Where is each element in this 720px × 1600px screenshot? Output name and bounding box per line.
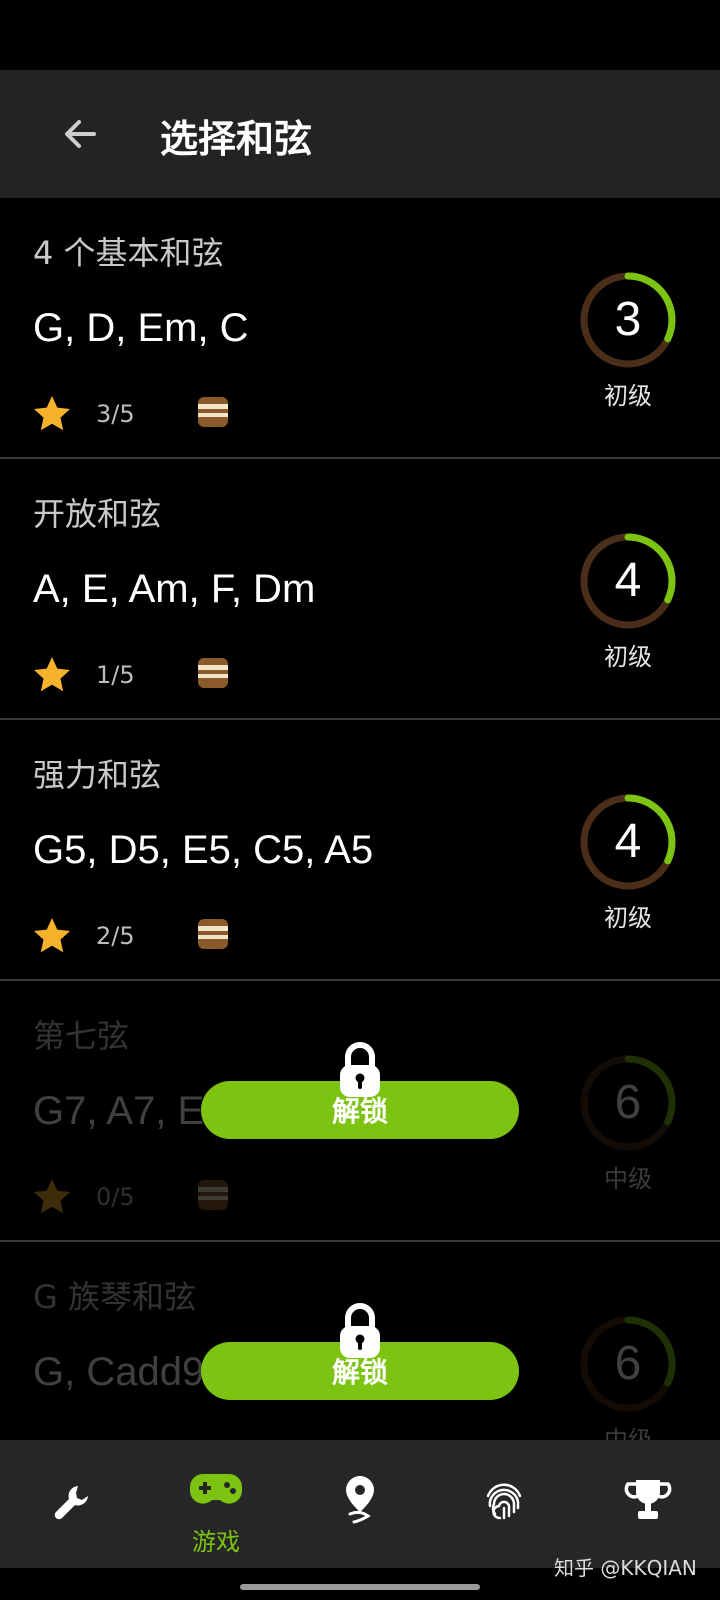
chest-icon (198, 919, 228, 949)
chest-icon (198, 397, 228, 427)
watermark: 知乎 @KKQIAN (554, 1556, 697, 1580)
lesson-title: 强力和弦 (33, 756, 162, 794)
star-score: 0/5 (96, 1183, 135, 1211)
lesson-chords: G7, A7, E (33, 1089, 205, 1133)
level-label: 初级 (604, 643, 652, 671)
lesson-card[interactable]: 开放和弦 A, E, Am, F, Dm 1/5 4 初级 (0, 459, 720, 720)
level-ring: 4 (578, 792, 678, 892)
nav-map[interactable] (288, 1440, 432, 1568)
map-pin-icon (346, 1476, 374, 1524)
lock-icon (340, 1303, 380, 1358)
lesson-chords: G, Cadd9 (33, 1350, 205, 1394)
chest-icon (198, 658, 228, 688)
lesson-title: 第七弦 (33, 1017, 130, 1055)
nav-fingerprint[interactable] (432, 1440, 576, 1568)
gamepad-icon (190, 1474, 242, 1504)
level-number: 4 (614, 554, 642, 607)
arrow-left-icon (65, 120, 96, 148)
star-score: 2/5 (96, 922, 135, 950)
level-ring: 4 (578, 531, 678, 631)
lesson-chords: A, E, Am, F, Dm (33, 567, 316, 611)
wrench-icon (54, 1486, 88, 1520)
nav-trophy[interactable] (576, 1440, 720, 1568)
star-icon (34, 918, 70, 953)
page-title: 选择和弦 (160, 117, 313, 161)
fingerprint-icon (486, 1483, 522, 1520)
trophy-icon (624, 1480, 672, 1519)
unlock-overlay: 解锁 (201, 1302, 519, 1422)
lesson-chords: G5, D5, E5, C5, A5 (33, 828, 374, 872)
level-number: 6 (614, 1337, 642, 1390)
bottom-nav: 游戏 (0, 1440, 720, 1568)
nav-tools[interactable] (0, 1440, 144, 1568)
level-label: 初级 (604, 382, 652, 410)
lesson-title: G 族琴和弦 (33, 1278, 196, 1316)
level-number: 4 (614, 815, 642, 868)
lesson-card-locked[interactable]: G 族琴和弦 G, Cadd9 6 中级 解锁 (0, 1242, 720, 1440)
level-ring: 3 (578, 270, 678, 370)
lesson-title: 开放和弦 (33, 495, 162, 533)
nav-label: 游戏 (192, 1528, 240, 1556)
lesson-chords: G, D, Em, C (33, 306, 249, 350)
level-ring: 6 (578, 1053, 678, 1153)
level-label: 初级 (604, 904, 652, 932)
level-label: 中级 (604, 1165, 652, 1193)
star-score: 1/5 (96, 661, 135, 689)
lesson-list[interactable]: 4 个基本和弦 G, D, Em, C 3/5 3 初级 开放和弦 A, E, … (0, 198, 720, 1440)
level-ring: 6 (578, 1314, 678, 1414)
star-icon (34, 1179, 70, 1214)
level-label: 中级 (604, 1426, 652, 1440)
lock-icon (340, 1042, 380, 1097)
unlock-overlay: 解锁 (201, 1041, 519, 1161)
app-bar: 选择和弦 (0, 70, 720, 198)
nav-game[interactable]: 游戏 (144, 1440, 288, 1568)
lesson-card-locked[interactable]: 第七弦 G7, A7, E 0/5 6 中级 解锁 (0, 981, 720, 1242)
level-number: 3 (614, 293, 642, 346)
home-indicator[interactable] (240, 1584, 480, 1590)
lesson-title: 4 个基本和弦 (33, 234, 224, 272)
level-number: 6 (614, 1076, 642, 1129)
back-button[interactable] (44, 98, 116, 170)
star-icon (34, 396, 70, 431)
lesson-card[interactable]: 4 个基本和弦 G, D, Em, C 3/5 3 初级 (0, 198, 720, 459)
star-score: 3/5 (96, 400, 135, 428)
star-icon (34, 657, 70, 692)
chest-icon (198, 1180, 228, 1210)
lesson-card[interactable]: 强力和弦 G5, D5, E5, C5, A5 2/5 4 初级 (0, 720, 720, 981)
